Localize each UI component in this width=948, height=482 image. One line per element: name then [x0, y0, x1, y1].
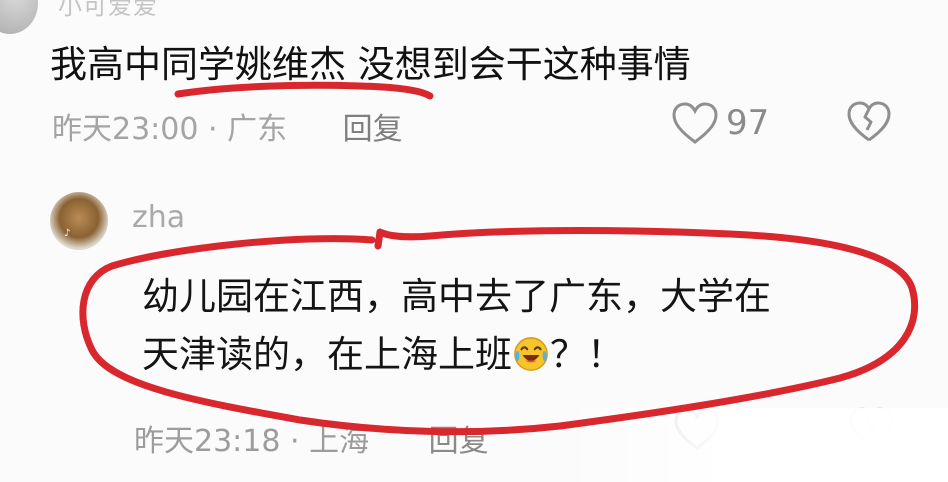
- comment2-text-line2: 天津读的，在上海上班: [142, 333, 512, 376]
- meta-separator: ·: [208, 112, 218, 147]
- broken-heart-icon: [847, 101, 891, 142]
- comment2-text: 幼儿园在江西，高中去了广东，大学在 天津读的，在上海上班 ？！: [142, 268, 771, 384]
- comment2-time: 昨天23:18: [134, 424, 281, 459]
- comment2-text-line1: 幼儿园在江西，高中去了广东，大学在: [142, 275, 771, 318]
- heart-outline-icon: [672, 102, 718, 144]
- comment1-username[interactable]: 小可爱爱: [58, 0, 158, 21]
- comment1-like-button[interactable]: 97: [670, 100, 769, 146]
- comment2-username[interactable]: zha: [132, 200, 185, 235]
- comment2-reply-button[interactable]: 回复: [429, 424, 489, 459]
- comment1-dislike-button[interactable]: [846, 100, 892, 148]
- comment2-avatar[interactable]: ♪: [50, 192, 108, 250]
- comment1-meta: 昨天23:00 · 广东 回复: [52, 104, 403, 148]
- comment2-meta: 昨天23:18 · 上海 回复: [134, 416, 489, 460]
- comment2-text-tail: ？！: [550, 333, 624, 376]
- comment1-reply-button[interactable]: 回复: [343, 112, 403, 147]
- comment1-text: 我高中同学姚维杰 没想到会干这种事情: [50, 43, 691, 86]
- laughing-crying-emoji-icon: [514, 337, 548, 371]
- comment2-text-line2-wrap: 天津读的，在上海上班 ？！: [142, 326, 771, 384]
- comment-thread-screenshot: 小可爱爱 我高中同学姚维杰 没想到会干这种事情 昨天23:00 · 广东 回复 …: [0, 0, 948, 482]
- comment2-location: 上海: [309, 424, 370, 459]
- comment1-avatar[interactable]: [0, 0, 38, 34]
- comment1-location: 广东: [227, 112, 288, 147]
- photo-glare: [560, 408, 948, 482]
- comment1-time: 昨天23:00: [52, 112, 199, 147]
- meta-separator: ·: [290, 424, 300, 459]
- comment1-like-count: 97: [726, 103, 770, 143]
- avatar-watermark-icon: ♪: [64, 228, 71, 239]
